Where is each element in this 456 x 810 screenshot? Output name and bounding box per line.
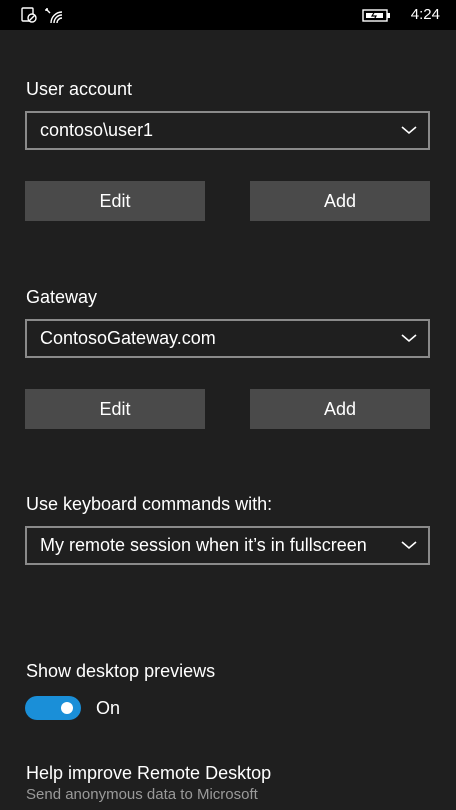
do-not-disturb-icon xyxy=(20,5,40,25)
gateway-label: Gateway xyxy=(26,287,98,307)
chevron-down-icon xyxy=(400,538,418,552)
status-bar: 4:24 xyxy=(0,0,456,30)
add-gateway-button[interactable]: Add xyxy=(250,389,430,429)
user-account-label: User account xyxy=(26,79,133,99)
chevron-down-icon xyxy=(400,123,418,137)
help-improve-subtext: Send anonymous data to Microsoft xyxy=(26,786,258,803)
clock: 4:24 xyxy=(410,6,440,23)
battery-charging-icon xyxy=(362,5,392,25)
gateway-dropdown[interactable]: ContosoGateway.com xyxy=(25,319,430,358)
keyboard-commands-label: Use keyboard commands with: xyxy=(26,494,273,514)
help-improve-label[interactable]: Help improve Remote Desktop xyxy=(26,763,271,784)
chevron-down-icon xyxy=(400,331,418,345)
keyboard-commands-dropdown[interactable]: My remote session when it’s in fullscree… xyxy=(25,526,430,565)
desktop-previews-label: Show desktop previews xyxy=(26,661,216,681)
toggle-knob xyxy=(61,702,73,714)
wifi-icon xyxy=(44,5,64,25)
desktop-previews-state: On xyxy=(96,698,121,718)
edit-user-button[interactable]: Edit xyxy=(25,181,205,221)
add-user-button[interactable]: Add xyxy=(250,181,430,221)
keyboard-commands-selected: My remote session when it’s in fullscree… xyxy=(40,535,367,555)
user-account-dropdown[interactable]: contoso\user1 xyxy=(25,111,430,150)
desktop-previews-toggle[interactable] xyxy=(25,696,81,720)
gateway-selected: ContosoGateway.com xyxy=(40,328,216,348)
user-account-selected: contoso\user1 xyxy=(40,120,154,140)
edit-gateway-button[interactable]: Edit xyxy=(25,389,205,429)
